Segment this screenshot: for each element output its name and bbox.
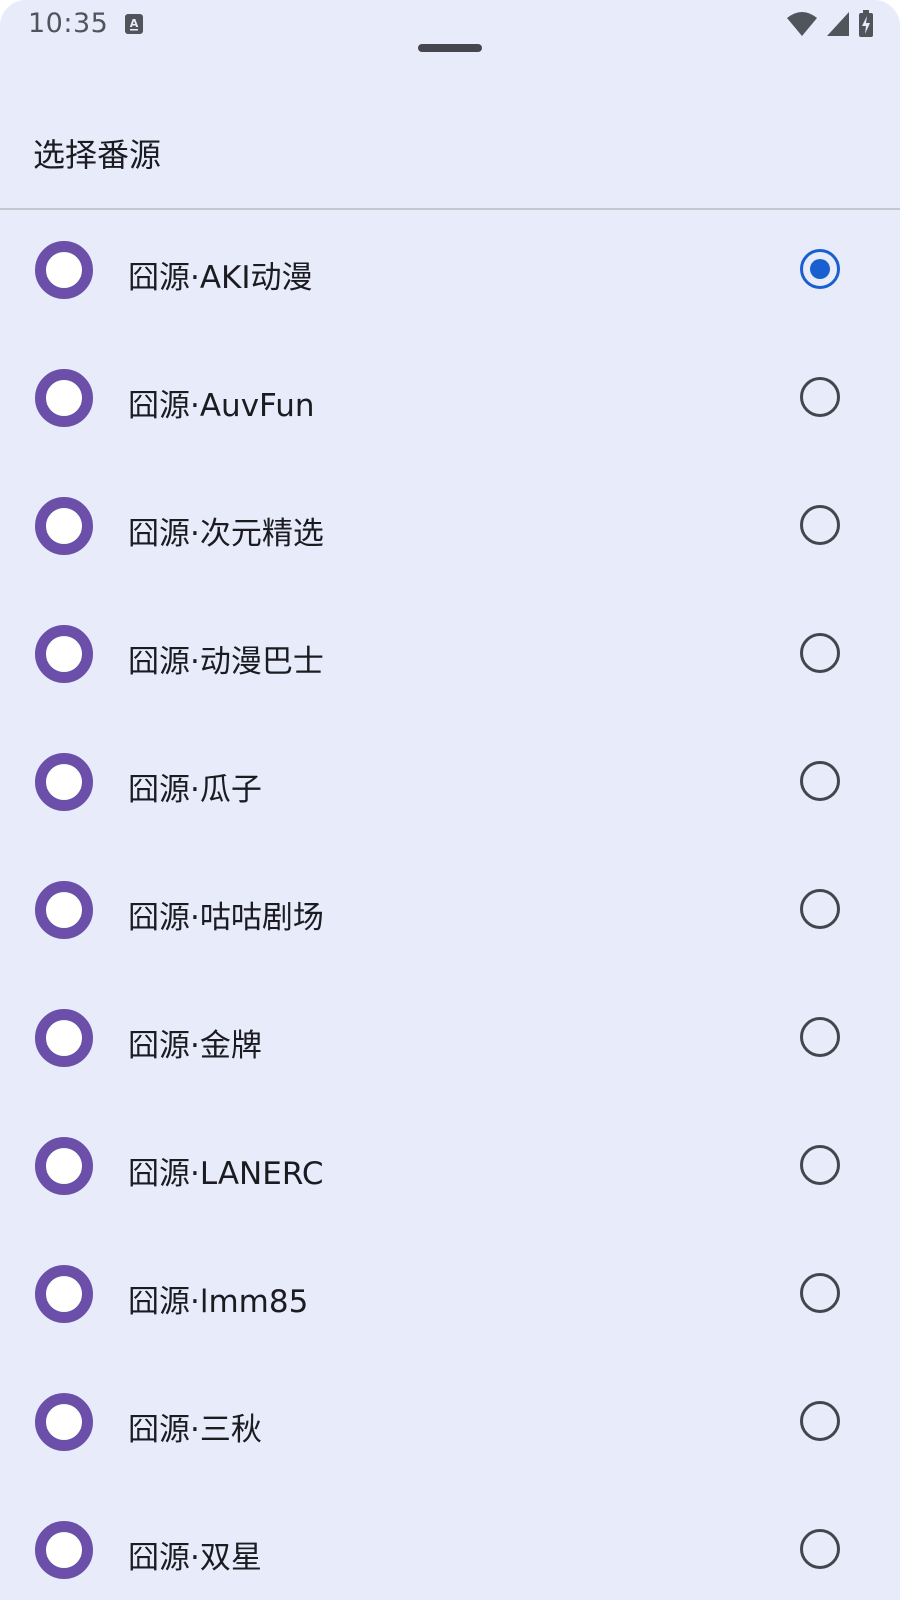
wifi-icon	[786, 11, 818, 41]
text-a-icon: A	[125, 14, 143, 38]
svg-text:A: A	[130, 17, 139, 30]
source-label: 囧源·三秋	[128, 1412, 262, 1448]
source-avatar	[35, 1009, 93, 1067]
source-label: 囧源·瓜子	[128, 772, 262, 808]
source-label: 囧源·动漫巴士	[128, 644, 324, 680]
source-avatar	[35, 497, 93, 555]
source-avatar	[35, 881, 93, 939]
source-item-aki[interactable]: 囧源·AKI动漫	[0, 210, 900, 338]
status-time: 10:35	[28, 8, 109, 39]
source-item-shuangxing[interactable]: 囧源·双星	[0, 1490, 900, 1600]
source-label: 囧源·双星	[128, 1540, 262, 1576]
source-label: 囧源·lmm85	[128, 1284, 309, 1320]
radio-button[interactable]	[800, 889, 840, 929]
source-list: 囧源·AKI动漫 囧源·AuvFun 囧源·次元精选 囧源·动漫巴士 囧源·瓜子…	[0, 210, 900, 1600]
source-item-jinpai[interactable]: 囧源·金牌	[0, 978, 900, 1106]
source-label: 囧源·AuvFun	[128, 388, 315, 424]
radio-button[interactable]	[800, 1401, 840, 1441]
source-avatar	[35, 753, 93, 811]
battery-charging-icon	[858, 10, 874, 42]
radio-button[interactable]	[800, 1145, 840, 1185]
radio-button[interactable]	[800, 249, 840, 289]
drag-handle[interactable]	[418, 44, 482, 52]
source-item-auvfun[interactable]: 囧源·AuvFun	[0, 338, 900, 466]
source-avatar	[35, 241, 93, 299]
radio-dot	[810, 259, 830, 279]
radio-button[interactable]	[800, 1529, 840, 1569]
source-label: 囧源·金牌	[128, 1028, 262, 1064]
source-label: 囧源·次元精选	[128, 516, 324, 552]
source-avatar	[35, 1521, 93, 1579]
source-avatar	[35, 1137, 93, 1195]
source-item-lanerc[interactable]: 囧源·LANERC	[0, 1106, 900, 1234]
source-item-guazi[interactable]: 囧源·瓜子	[0, 722, 900, 850]
source-item-gugu[interactable]: 囧源·咕咕剧场	[0, 850, 900, 978]
radio-button[interactable]	[800, 761, 840, 801]
source-item-dongman-bashi[interactable]: 囧源·动漫巴士	[0, 594, 900, 722]
source-item-lmm85[interactable]: 囧源·lmm85	[0, 1234, 900, 1362]
source-item-sanqiu[interactable]: 囧源·三秋	[0, 1362, 900, 1490]
radio-button[interactable]	[800, 505, 840, 545]
radio-button[interactable]	[800, 633, 840, 673]
bottom-sheet: 10:35 A 选择番源 囧源·AKI动漫 囧源·AuvFun 囧源·次元精选 …	[0, 0, 900, 1600]
source-label: 囧源·AKI动漫	[128, 260, 313, 296]
source-avatar	[35, 1393, 93, 1451]
radio-button[interactable]	[800, 1273, 840, 1313]
radio-button[interactable]	[800, 377, 840, 417]
sheet-title: 选择番源	[33, 136, 162, 174]
source-avatar	[35, 369, 93, 427]
source-avatar	[35, 625, 93, 683]
source-item-ciyuan[interactable]: 囧源·次元精选	[0, 466, 900, 594]
source-avatar	[35, 1265, 93, 1323]
source-label: 囧源·咕咕剧场	[128, 900, 324, 936]
source-label: 囧源·LANERC	[128, 1156, 324, 1192]
cell-signal-icon	[826, 11, 850, 41]
radio-button[interactable]	[800, 1017, 840, 1057]
